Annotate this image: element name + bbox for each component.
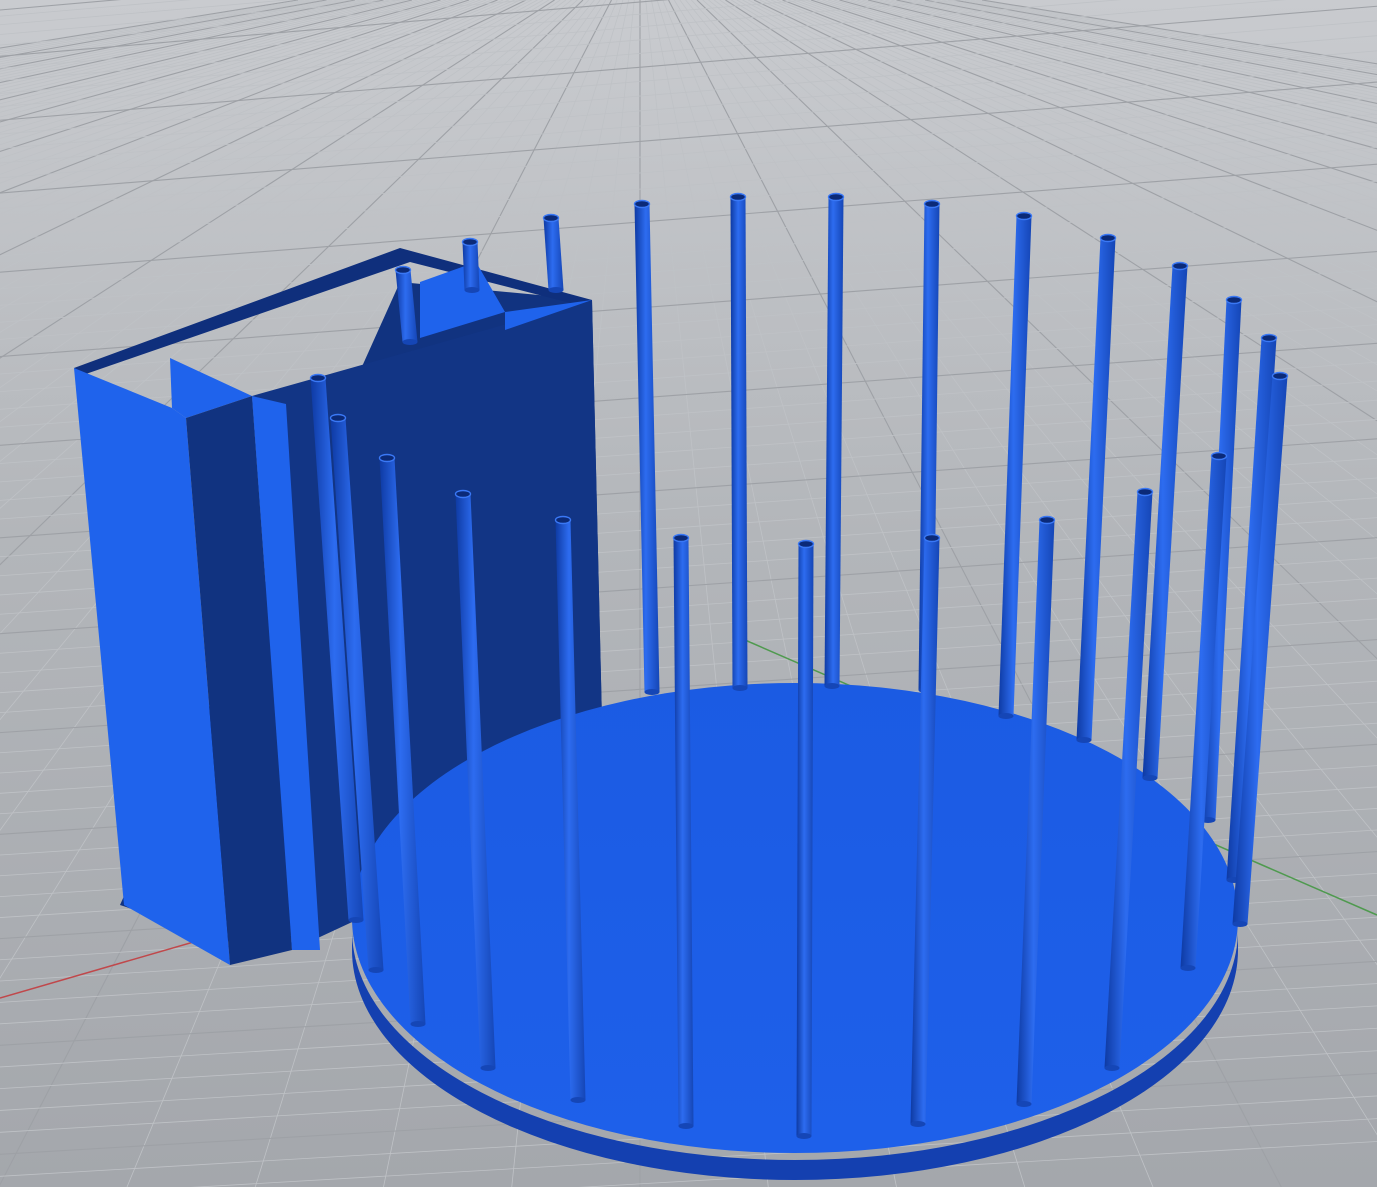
grid-line: [0, 180, 1377, 290]
rod-base: [368, 967, 384, 973]
rod-base: [796, 1133, 812, 1139]
rod-top-cap: [309, 373, 327, 383]
rod-top-cap: [378, 453, 396, 463]
grid-line: [0, 0, 192, 17]
rod-body: [634, 204, 660, 692]
vertical-rod[interactable]: [796, 539, 815, 1140]
rod-top-cap: [633, 199, 651, 209]
rod-body: [796, 544, 814, 1136]
rod-top-cap: [394, 265, 412, 275]
rod-top-cap: [1015, 211, 1033, 221]
rod-top-cap: [1038, 515, 1056, 525]
rod-base: [910, 1121, 926, 1127]
grid-line: [0, 113, 1377, 225]
rod-body: [730, 197, 748, 688]
scene-canvas[interactable]: [0, 0, 1377, 1187]
grid-line: [0, 130, 1377, 241]
grid-line: [0, 97, 1377, 209]
rod-base: [1016, 1101, 1032, 1107]
rod-base: [1142, 775, 1158, 781]
grid-line: [0, 0, 1122, 94]
rod-top-cap: [329, 413, 347, 423]
rod-top-cap: [461, 237, 479, 247]
rod-base: [480, 1065, 496, 1071]
rod-base: [1104, 1065, 1120, 1071]
rod-top-cap: [827, 192, 845, 202]
rod-base: [998, 713, 1014, 719]
vertical-rod[interactable]: [1076, 233, 1117, 744]
3d-viewport[interactable]: [0, 0, 1377, 1187]
rod-top-cap: [797, 539, 815, 549]
rod-base: [570, 1097, 586, 1103]
rod-top-cap: [729, 192, 747, 202]
vertical-rod[interactable]: [461, 237, 480, 294]
rod-base: [464, 287, 480, 293]
rod-top-cap: [1225, 295, 1243, 305]
rod-top-cap: [1171, 261, 1189, 271]
rod-base: [402, 339, 418, 345]
rod-top-cap: [672, 533, 690, 543]
rod-base: [678, 1123, 694, 1129]
rod-top-cap: [923, 533, 941, 543]
rod-top-cap: [1136, 487, 1154, 497]
rod-top-cap: [454, 489, 472, 499]
vertical-rod[interactable]: [542, 213, 564, 294]
rod-top-cap: [1271, 371, 1289, 381]
rod-base: [1076, 737, 1092, 743]
grid-line: [0, 198, 1377, 306]
rod-base: [1232, 921, 1248, 927]
vertical-rod[interactable]: [729, 192, 748, 692]
rod-top-cap: [1210, 451, 1228, 461]
rod-top-cap: [542, 213, 560, 223]
rod-top-cap: [1099, 233, 1117, 243]
rod-body: [824, 197, 844, 686]
rod-base: [824, 683, 840, 689]
rod-base: [348, 917, 364, 923]
rod-body: [462, 242, 480, 290]
rod-top-cap: [923, 199, 941, 209]
grid-line: [0, 0, 122, 11]
vertical-rod[interactable]: [633, 199, 660, 696]
rod-base: [732, 685, 748, 691]
rod-base: [1180, 965, 1196, 971]
grid-line: [0, 81, 1377, 194]
rod-base: [548, 287, 564, 293]
rod-top-cap: [554, 515, 572, 525]
grid-line: [0, 50, 1377, 164]
rod-base: [410, 1021, 426, 1027]
rod-base: [644, 689, 660, 695]
rod-top-cap: [1260, 333, 1278, 343]
